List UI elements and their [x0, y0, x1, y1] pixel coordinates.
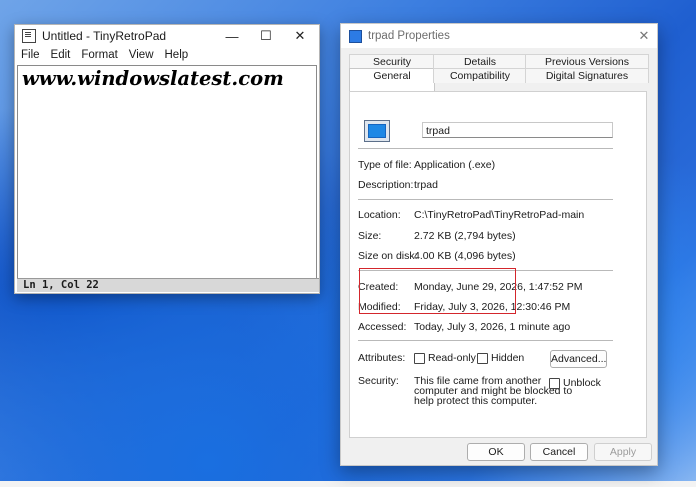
notepad-statusbar: Ln 1, Col 22	[17, 278, 319, 292]
size-on-disk-label: Size on disk:	[358, 250, 418, 262]
description-value: trpad	[414, 179, 438, 191]
description-label: Description:	[358, 179, 414, 191]
notepad-window: Untitled - TinyRetroPad — ☐ ✕ File Edit …	[14, 24, 320, 294]
tab-previous-versions[interactable]: Previous Versions	[525, 54, 649, 69]
dialog-close-icon[interactable]: ✕	[635, 27, 653, 45]
location-value: C:\TinyRetroPad\TinyRetroPad-main	[414, 209, 585, 221]
location-label: Location:	[358, 209, 401, 221]
security-label: Security:	[358, 375, 399, 387]
size-label: Size:	[358, 230, 382, 242]
menu-view[interactable]: View	[129, 49, 154, 61]
separator	[358, 148, 613, 149]
file-name-input[interactable]: trpad	[422, 122, 613, 138]
notepad-text-area[interactable]: www.windowslatest.com	[17, 65, 317, 279]
tab-digital-signatures[interactable]: Digital Signatures	[525, 68, 649, 83]
readonly-checkbox[interactable]	[414, 353, 425, 364]
size-on-disk-value: 4.00 KB (4,096 bytes)	[414, 250, 516, 262]
notepad-title: Untitled - TinyRetroPad	[42, 29, 167, 43]
advanced-button[interactable]: Advanced...	[550, 350, 607, 368]
tab-general[interactable]: General	[349, 68, 435, 91]
general-panel: trpad Type of file: Application (.exe) D…	[349, 91, 647, 438]
readonly-label: Read-only	[428, 352, 476, 364]
notepad-app-icon	[22, 29, 36, 43]
security-text-3: help protect this computer.	[414, 395, 538, 407]
size-value: 2.72 KB (2,794 bytes)	[414, 230, 516, 242]
hidden-checkbox[interactable]	[477, 353, 488, 364]
app-icon	[349, 29, 362, 43]
properties-dialog: trpad Properties ✕ Security Details Prev…	[340, 23, 658, 466]
apply-button[interactable]: Apply	[594, 443, 652, 461]
accessed-value: Today, July 3, 2026, 1 minute ago	[414, 321, 571, 333]
unblock-checkbox[interactable]	[549, 378, 560, 389]
dialog-titlebar[interactable]: trpad Properties ✕	[341, 24, 657, 48]
type-value: Application (.exe)	[414, 159, 496, 171]
tab-compatibility[interactable]: Compatibility	[433, 68, 527, 83]
minimize-button[interactable]: —	[215, 25, 249, 47]
tab-details[interactable]: Details	[433, 54, 527, 69]
close-button[interactable]: ✕	[283, 25, 317, 47]
ok-button[interactable]: OK	[467, 443, 525, 461]
taskbar-edge	[0, 481, 696, 487]
menu-format[interactable]: Format	[81, 49, 117, 61]
notepad-content: www.windowslatest.com	[22, 67, 284, 90]
notepad-titlebar[interactable]: Untitled - TinyRetroPad — ☐ ✕	[15, 25, 319, 47]
separator	[358, 340, 613, 341]
menu-help[interactable]: Help	[165, 49, 189, 61]
highlight-box	[359, 268, 516, 314]
hidden-label: Hidden	[491, 352, 525, 364]
menu-file[interactable]: File	[21, 49, 40, 61]
dialog-title: trpad Properties	[368, 30, 450, 42]
separator	[358, 199, 613, 200]
cancel-button[interactable]: Cancel	[530, 443, 588, 461]
notepad-menubar: File Edit Format View Help	[15, 47, 319, 63]
tab-security[interactable]: Security	[349, 54, 435, 69]
type-label: Type of file:	[358, 159, 412, 171]
attributes-label: Attributes:	[358, 352, 406, 364]
unblock-label: Unblock	[563, 377, 601, 389]
file-icon	[364, 120, 390, 142]
menu-edit[interactable]: Edit	[51, 49, 71, 61]
maximize-button[interactable]: ☐	[249, 25, 283, 47]
accessed-label: Accessed:	[358, 321, 407, 333]
